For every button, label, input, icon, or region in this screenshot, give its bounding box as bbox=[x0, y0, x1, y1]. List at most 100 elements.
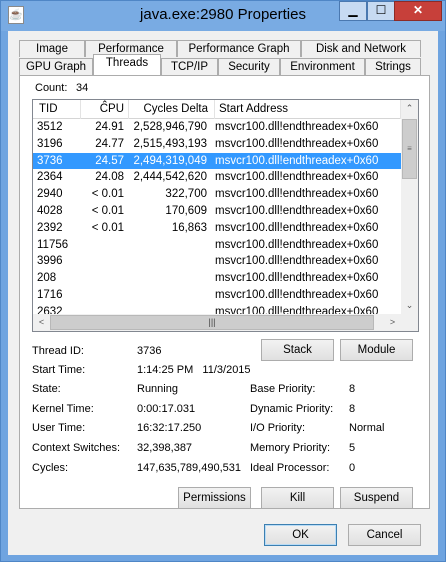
kill-button[interactable]: Kill bbox=[261, 487, 334, 509]
tab-disk-and-network[interactable]: Disk and Network bbox=[301, 40, 421, 57]
tab-performance-graph[interactable]: Performance Graph bbox=[177, 40, 301, 57]
cell-cpu: < 0.01 bbox=[91, 188, 124, 201]
table-row[interactable]: 208 msvcr100.dll!endthreadex+0x60 bbox=[33, 270, 401, 287]
cell-start-address: msvcr100.dll!endthreadex+0x60 bbox=[215, 121, 379, 133]
cell-cycles-delta: 170,609 bbox=[165, 204, 207, 217]
table-row[interactable]: 1716 msvcr100.dll!endthreadex+0x60 bbox=[33, 287, 401, 304]
cell-tid: 2364 bbox=[37, 171, 63, 184]
threads-list[interactable]: TID ⌃ CPU Cycles Delta Start Address 351… bbox=[32, 99, 419, 332]
cell-cycles-delta: 2,528,946,790 bbox=[133, 121, 207, 133]
close-button[interactable]: ✕ bbox=[394, 1, 442, 21]
tab-environment[interactable]: Environment bbox=[280, 58, 365, 75]
tab-image[interactable]: Image bbox=[19, 40, 85, 57]
column-header-start-address[interactable]: Start Address bbox=[215, 100, 401, 119]
cell-tid: 208 bbox=[37, 272, 57, 285]
cell-start-address: msvcr100.dll!endthreadex+0x60 bbox=[215, 221, 379, 234]
cell-start-address: msvcr100.dll!endthreadex+0x60 bbox=[215, 171, 379, 184]
state-label: State: bbox=[32, 383, 61, 395]
table-row[interactable]: 3512 24.91 2,528,946,790 msvcr100.dll!endth… bbox=[33, 119, 401, 136]
cell-cpu: 24.91 bbox=[95, 121, 124, 133]
cell-cycles-delta: 2,494,319,049 bbox=[133, 154, 207, 167]
cell-cycles-delta: 16,863 bbox=[171, 221, 207, 234]
tab-tcp-ip[interactable]: TCP/IP bbox=[161, 58, 218, 75]
horizontal-scroll-thumb[interactable]: ||| bbox=[50, 315, 374, 330]
cell-cpu: < 0.01 bbox=[91, 204, 124, 217]
cell-cpu: < 0.01 bbox=[91, 221, 124, 234]
table-row[interactable]: 3736 24.57 2,494,319,049 msvcr100.dll!endth… bbox=[33, 152, 401, 170]
cycles-value: 147,635,789,490,531 bbox=[137, 462, 241, 474]
rows-container: 3512 24.91 2,528,946,790 msvcr100.dll!endth… bbox=[33, 119, 401, 321]
table-row[interactable]: 2364 24.08 2,444,542,620 msvcr100.dll!endth… bbox=[33, 169, 401, 186]
vertical-scrollbar[interactable]: ⌃ ≡ ⌄ bbox=[401, 100, 418, 314]
minimize-button[interactable]: ▁ bbox=[339, 1, 367, 21]
dynamic-priority-label: Dynamic Priority: bbox=[250, 403, 334, 415]
cell-start-address: msvcr100.dll!endthreadex+0x60 bbox=[215, 288, 379, 301]
context-switches-label: Context Switches: bbox=[32, 442, 121, 454]
cell-start-address: msvcr100.dll!endthreadex+0x60 bbox=[215, 272, 379, 285]
properties-window: ☕ java.exe:2980 Properties ▁ ☐ ✕ Image P… bbox=[0, 0, 446, 562]
table-row[interactable]: 2940 < 0.01 322,700 msvcr100.dll!endthreade… bbox=[33, 186, 401, 203]
ideal-processor-value: 0 bbox=[349, 462, 356, 474]
dynamic-priority-value: 8 bbox=[349, 403, 356, 415]
cell-tid: 3996 bbox=[37, 255, 63, 268]
column-header-cycles-delta[interactable]: Cycles Delta bbox=[129, 100, 215, 119]
cell-tid: 3736 bbox=[37, 154, 63, 167]
cell-tid: 3196 bbox=[37, 137, 63, 150]
tab-strings[interactable]: Strings bbox=[365, 58, 421, 75]
memory-priority-value: 5 bbox=[349, 442, 356, 454]
table-row[interactable]: 2392 < 0.01 16,863 msvcr100.dll!endthreadex… bbox=[33, 220, 401, 237]
scroll-corner bbox=[401, 314, 418, 331]
base-priority-label: Base Priority: bbox=[250, 383, 316, 395]
sort-ascending-icon: ⌃ bbox=[101, 99, 109, 109]
memory-priority-label: Memory Priority: bbox=[250, 442, 331, 454]
vertical-scroll-thumb[interactable]: ≡ bbox=[402, 119, 417, 179]
user-time-value: 16:32:17.250 bbox=[137, 422, 202, 434]
user-time-label: User Time: bbox=[32, 422, 86, 434]
kernel-time-label: Kernel Time: bbox=[32, 403, 94, 415]
stack-button[interactable]: Stack bbox=[261, 339, 334, 361]
table-row[interactable]: 11756 msvcr100.dll!endthreadex+0x60 bbox=[33, 237, 401, 254]
context-switches-value: 32,398,387 bbox=[137, 442, 193, 454]
state-value: Running bbox=[137, 383, 178, 395]
column-header-cpu[interactable]: ⌃ CPU bbox=[81, 100, 129, 119]
scroll-right-icon[interactable]: > bbox=[384, 314, 401, 331]
cell-tid: 2392 bbox=[37, 221, 63, 234]
scroll-down-icon[interactable]: ⌄ bbox=[401, 297, 418, 314]
base-priority-value: 8 bbox=[349, 383, 356, 395]
horizontal-scrollbar[interactable]: < ||| > bbox=[33, 314, 401, 331]
cell-cpu: 24.57 bbox=[95, 154, 124, 167]
cancel-button[interactable]: Cancel bbox=[348, 524, 421, 546]
tab-gpu-graph[interactable]: GPU Graph bbox=[19, 58, 93, 75]
cell-tid: 1716 bbox=[37, 288, 63, 301]
count-value: 34 bbox=[76, 82, 89, 94]
maximize-button[interactable]: ☐ bbox=[367, 1, 395, 21]
table-row[interactable]: 3996 msvcr100.dll!endthreadex+0x60 bbox=[33, 253, 401, 270]
tab-threads[interactable]: Threads bbox=[93, 54, 161, 75]
tab-security[interactable]: Security bbox=[218, 58, 280, 75]
table-row[interactable]: 3196 24.77 2,515,493,193 msvcr100.dll!endth… bbox=[33, 136, 401, 153]
suspend-button[interactable]: Suspend bbox=[340, 487, 413, 509]
permissions-button[interactable]: Permissions bbox=[178, 487, 251, 509]
cell-start-address: msvcr100.dll!endthreadex+0x60 bbox=[215, 204, 379, 217]
cell-start-address: msvcr100.dll!endthreadex+0x60 bbox=[215, 255, 379, 268]
cell-start-address: msvcr100.dll!endthreadex+0x60 bbox=[215, 188, 379, 201]
ok-button[interactable]: OK bbox=[264, 524, 337, 546]
module-button[interactable]: Module bbox=[340, 339, 413, 361]
cell-tid: 4028 bbox=[37, 204, 63, 217]
column-header-tid[interactable]: TID bbox=[33, 100, 81, 119]
cell-cycles-delta: 322,700 bbox=[165, 188, 207, 201]
start-time-label: Start Time: bbox=[32, 364, 86, 376]
cell-cpu: 24.77 bbox=[95, 137, 124, 150]
title-bar[interactable]: ☕ java.exe:2980 Properties ▁ ☐ ✕ bbox=[1, 1, 445, 31]
list-header: TID ⌃ CPU Cycles Delta Start Address bbox=[33, 100, 401, 119]
cell-cycles-delta: 2,515,493,193 bbox=[133, 137, 207, 150]
table-row[interactable]: 4028 < 0.01 170,609 msvcr100.dll!endthreade… bbox=[33, 203, 401, 220]
thread-id-label: Thread ID: bbox=[32, 345, 84, 357]
scroll-up-icon[interactable]: ⌃ bbox=[401, 100, 418, 117]
cell-tid: 3512 bbox=[37, 121, 63, 133]
cell-cpu: 24.08 bbox=[95, 171, 124, 184]
cell-tid: 11756 bbox=[37, 238, 69, 251]
cell-start-address: msvcr100.dll!endthreadex+0x60 bbox=[215, 238, 379, 251]
scroll-left-icon[interactable]: < bbox=[33, 314, 50, 331]
cell-cycles-delta: 2,444,542,620 bbox=[133, 171, 207, 184]
